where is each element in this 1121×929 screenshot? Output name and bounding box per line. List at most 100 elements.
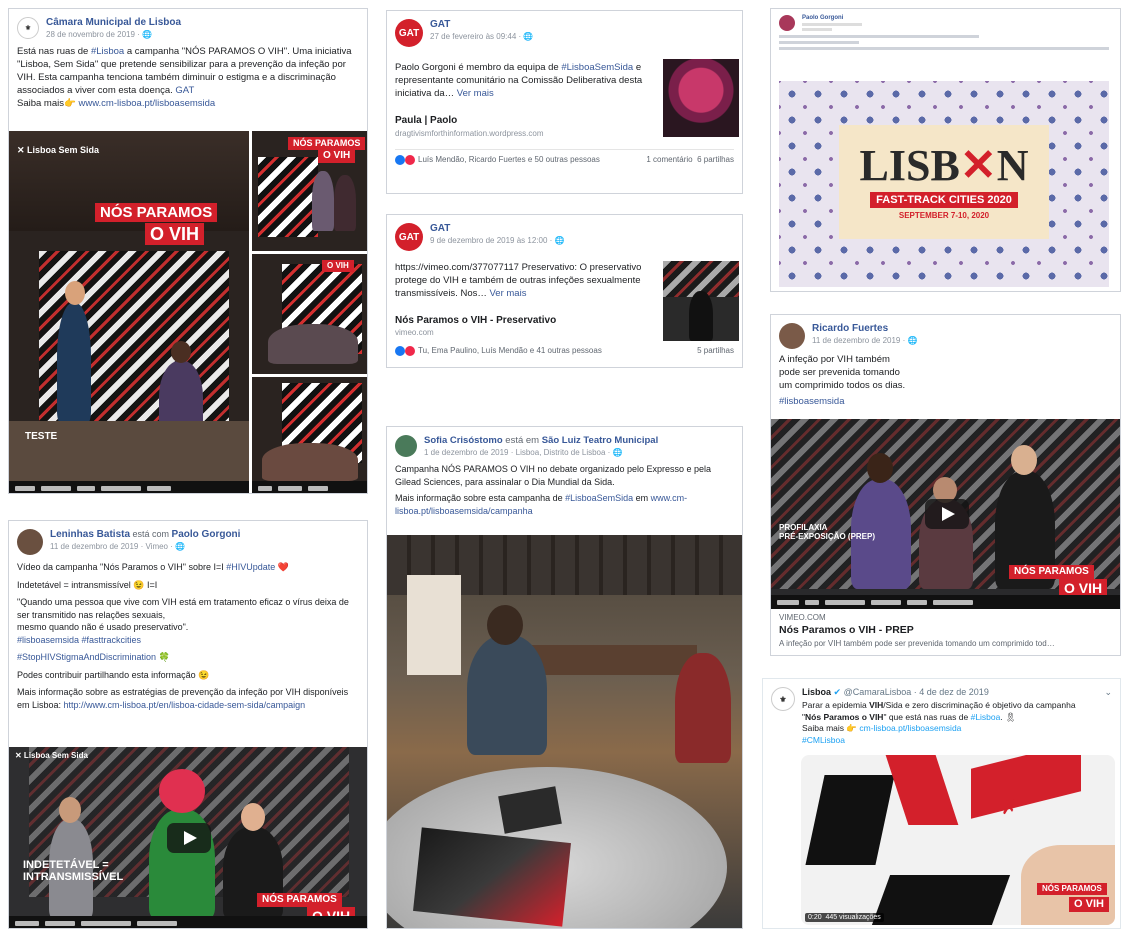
with-text: está com <box>130 529 172 539</box>
url-link[interactable]: www.cm-lisboa.pt/lisboasemsida <box>78 98 215 109</box>
hashtag-link[interactable]: #StopHIVStigmaAndDiscrimination 🍀 <box>17 651 359 664</box>
post-date[interactable]: 11 de dezembro de 2019 · Vimeo · <box>50 542 175 551</box>
avatar[interactable] <box>779 323 805 349</box>
play-button[interactable] <box>167 823 211 853</box>
post-text: Campanha NÓS PARAMOS O VIH no debate org… <box>395 464 712 487</box>
reactions-summary[interactable]: Luís Mendão, Ricardo Fuertes e 50 outras… <box>418 155 600 164</box>
globe-icon: 🌐 <box>554 236 565 245</box>
campaign-image-thumb[interactable]: NÓS PARAMOS O VIH <box>252 131 367 251</box>
hashtag-link[interactable]: #Lisboa <box>971 712 1001 722</box>
globe-icon: 🌐 <box>142 30 153 39</box>
hashtag-link[interactable]: #lisboasemsida <box>779 395 1112 408</box>
link-title[interactable]: Nós Paramos o VIH - Preservativo <box>395 315 556 326</box>
globe-icon: 🌐 <box>612 448 623 457</box>
hashtag-link[interactable]: #LisboaSemSida <box>561 62 633 73</box>
person <box>675 653 731 763</box>
post-gat-preservativo: GAT GAT 9 de dezembro de 2019 às 12:00 ·… <box>386 214 743 368</box>
video-player[interactable]: PROFILAXIA PRÉ-EXPOSIÇÃO (PREP) NÓS PARAM… <box>771 419 1120 609</box>
campaign-image-main[interactable]: ✕ Lisboa Sem Sida NÓS PARAMOS O VIH TEST… <box>9 131 249 493</box>
location-link[interactable]: São Luiz Teatro Municipal <box>542 435 658 446</box>
link-title[interactable]: Paula | Paolo <box>395 115 544 126</box>
gat-avatar[interactable]: GAT <box>395 19 423 47</box>
link-url[interactable]: vimeo.com <box>395 328 556 337</box>
tweet-camara-lisboa: ⚜ Lisboa ✔ @CamaraLisboa · 4 de dez de 2… <box>762 678 1121 929</box>
campaign-image-thumb[interactable]: O VIH <box>252 254 367 374</box>
link-url[interactable]: dragtivismforthinformation.wordpress.com <box>395 129 544 138</box>
video-player[interactable]: ✕ Lisboa Sem Sida INDETETÁVEL = INTRANSMI… <box>9 747 367 928</box>
lisboa-sem-sida-logo: ✕ Lisboa Sem Sida <box>17 145 100 155</box>
avatar[interactable] <box>17 529 43 555</box>
video-thumbnail[interactable] <box>663 261 739 341</box>
post-date[interactable]: 11 de dezembro de 2019 · <box>812 336 907 345</box>
avatar[interactable]: ⚜ <box>771 687 795 711</box>
see-more-link[interactable]: Ver mais <box>457 88 494 99</box>
reactions-summary[interactable]: Tu, Ema Paulino, Luís Mendão e 41 outras… <box>418 346 602 355</box>
handwritten-x: ✗ <box>1001 797 1018 819</box>
like-icon <box>395 346 405 356</box>
campaign-flyer <box>413 827 571 927</box>
mention-link[interactable]: GAT <box>175 85 194 96</box>
see-more-link[interactable]: Ver mais <box>490 288 527 299</box>
globe-icon: 🌐 <box>175 542 186 551</box>
hashtag-link[interactable]: #CMLisboa <box>802 735 1112 747</box>
tweet-handle-date[interactable]: @CamaraLisboa · 4 de dez de 2019 <box>844 687 989 697</box>
hashtag-link[interactable]: #HIVUpdate <box>226 562 275 572</box>
campaign-image-thumb[interactable] <box>252 377 367 493</box>
post-ricardo-prep: Ricardo Fuertes 11 de dezembro de 2019 ·… <box>770 314 1121 656</box>
poster-subtitle: FAST-TRACK CITIES 2020 <box>870 192 1018 208</box>
post-text: em <box>633 493 651 503</box>
play-button[interactable] <box>925 499 969 529</box>
post-paolo-fasttrack: Paolo Gorgoni LISB✕N FAST-TRACK CITIES 2… <box>770 8 1121 292</box>
author-name[interactable]: Sofia Crisóstomo <box>424 435 503 446</box>
fasttrack-cities-poster[interactable]: LISB✕N FAST-TRACK CITIES 2020 SEPTEMBER … <box>779 81 1109 287</box>
author-name[interactable]: Ricardo Fuertes <box>812 323 917 334</box>
author-name[interactable]: Leninhas Batista <box>50 529 130 540</box>
tweet-text: Nós Paramos o VIH <box>805 711 884 722</box>
comments-count[interactable]: 1 comentário <box>646 155 692 164</box>
link-description: A infeção por VIH também pode ser preven… <box>779 639 1055 648</box>
hashtag-link[interactable]: #LisboaSemSida <box>565 493 633 503</box>
shares-count[interactable]: 6 partilhas <box>697 155 734 164</box>
avatar[interactable] <box>779 15 795 31</box>
post-text: Saiba mais👉 <box>17 98 79 109</box>
debate-photo[interactable] <box>387 535 742 928</box>
link-preview-image[interactable] <box>663 59 739 137</box>
campaign-banner: O VIH <box>322 260 354 272</box>
url-link[interactable]: cm-lisboa.pt/lisboasemsida <box>859 723 961 733</box>
post-text: pode ser prevenida tomando <box>779 367 900 378</box>
video-player[interactable]: ✗ NÓS PARAMOS O VIH 0:20 445 visualizaçõ… <box>801 755 1115 925</box>
stacked-boxes <box>407 575 461 675</box>
like-icon <box>395 155 405 165</box>
author-name[interactable]: Câmara Municipal de Lisboa <box>46 17 181 28</box>
post-date[interactable]: 9 de dezembro de 2019 às 12:00 · <box>430 236 555 245</box>
hashtag-link[interactable]: #lisboasemsida #fasttrackcities <box>17 634 359 647</box>
shares-count[interactable]: 5 partilhas <box>697 346 734 356</box>
post-camara-lisboa: ⚜ Câmara Municipal de Lisboa 28 de novem… <box>8 8 368 494</box>
post-date[interactable]: 27 de fevereiro às 09:44 · <box>430 32 523 41</box>
tagged-user[interactable]: Paolo Gorgoni <box>172 529 241 540</box>
campaign-banner: O VIH <box>145 223 205 245</box>
hashtag-link[interactable]: #Lisboa <box>91 46 124 57</box>
link-title[interactable]: Nós Paramos o VIH - PREP <box>779 624 1055 636</box>
post-gat-paolo: GAT GAT 27 de fevereiro às 09:44 · 🌐 Pao… <box>386 10 743 194</box>
love-icon <box>405 346 415 356</box>
post-date[interactable]: 1 de dezembro de 2019 · Lisboa, Distrito… <box>424 448 613 457</box>
link-source[interactable]: VIMEO.COM <box>779 613 1055 622</box>
campaign-banner: NÓS PARAMOS <box>257 893 342 907</box>
author-name[interactable]: Paolo Gorgoni <box>802 15 862 21</box>
tweet-text: /Sida e zero discriminação é objetivo da… <box>883 700 1076 710</box>
gat-avatar[interactable]: GAT <box>395 223 423 251</box>
campaign-banner: NÓS PARAMOS <box>1037 883 1107 895</box>
campaign-banner: NÓS PARAMOS <box>95 203 218 222</box>
chevron-down-icon[interactable]: ⌄ <box>1104 687 1112 698</box>
tweet-text: VIH <box>869 700 884 710</box>
author-name[interactable]: Lisboa <box>802 687 831 697</box>
person <box>312 171 334 231</box>
avatar[interactable]: ⚜ <box>17 17 39 39</box>
post-sofia-debate: Sofia Crisóstomo está em São Luiz Teatro… <box>386 426 743 929</box>
author-name[interactable]: GAT <box>430 19 533 30</box>
post-date[interactable]: 28 de novembro de 2019 · <box>46 30 142 39</box>
url-link[interactable]: http://www.cm-lisboa.pt/en/lisboa-cidade… <box>64 700 306 710</box>
avatar[interactable] <box>395 435 417 457</box>
author-name[interactable]: GAT <box>430 223 565 234</box>
